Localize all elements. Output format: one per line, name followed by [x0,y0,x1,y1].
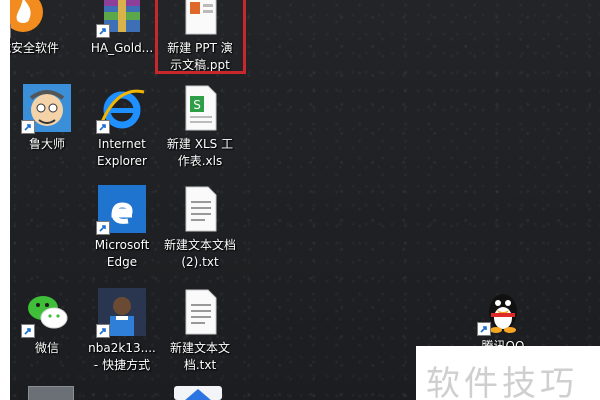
desktop-icon-internet-explorer[interactable]: Internet Explorer [82,84,162,170]
desktop[interactable]: 火绒安全软件 HA_Gold... 新建 PPT 演 示文稿.ppt [10,0,600,400]
desktop-icon-ha-gold[interactable]: HA_Gold... [82,0,162,57]
xls-file-icon: S [176,84,224,132]
desktop-icon-new-text[interactable]: 新建文本文 档.txt [160,288,240,374]
desktop-icon-wechat[interactable]: 微信 [10,288,87,357]
desktop-icon-label: HA_Gold... [90,41,154,55]
desktop-icon-new-xls[interactable]: S 新建 XLS 工 作表.xls [160,84,240,170]
shortcut-arrow-icon [10,24,11,38]
partial-desktop-icon[interactable] [174,386,222,400]
qq-penguin-icon [477,286,527,336]
desktop-icon-label: 火绒安全软件 [10,41,59,55]
partial-desktop-icon[interactable] [28,386,74,400]
desktop-icon-label: Internet Explorer [97,137,147,168]
ludashi-icon [21,84,71,134]
nba2k13-game-icon [96,288,146,338]
watermark-text: 软件技巧 [426,364,578,400]
shortcut-arrow-icon [21,120,35,134]
desktop-icon-huorong[interactable]: 火绒安全软件 [10,0,63,57]
text-file-icon [176,185,224,233]
shortcut-arrow-icon [96,24,110,38]
left-edge-strip [0,0,10,400]
desktop-icon-label: Microsoft Edge [94,238,150,269]
desktop-icon-label: 新建文本文档 (2).txt [163,238,236,269]
winrar-archive-icon [96,0,146,38]
internet-explorer-icon [96,84,146,134]
shortcut-arrow-icon [477,322,491,336]
desktop-icon-label: 微信 [34,341,59,355]
desktop-icon-microsoft-edge[interactable]: Microsoft Edge [82,185,162,271]
shortcut-arrow-icon [21,324,35,338]
selection-highlight [155,0,246,74]
desktop-icon-ludashi[interactable]: 鲁大师 [10,84,87,153]
desktop-icon-label: nba2k13.... - 快捷方式 [88,341,156,372]
desktop-icon-nba2k13[interactable]: nba2k13.... - 快捷方式 [82,288,162,374]
desktop-icon-tencent-qq[interactable]: 腾讯QQ [463,286,543,355]
desktop-icon-label: 鲁大师 [28,137,65,151]
huorong-icon [10,0,47,38]
desktop-icon-label: 新建 XLS 工 作表.xls [166,137,234,168]
shortcut-arrow-icon [96,324,110,338]
shortcut-arrow-icon [96,120,110,134]
edge-icon [96,185,146,235]
shortcut-arrow-icon [96,221,110,235]
watermark: 软件技巧 [416,346,600,400]
desktop-icon-label: 新建文本文 档.txt [169,341,230,372]
desktop-icon-new-text-2[interactable]: 新建文本文档 (2).txt [160,185,240,271]
text-file-icon [176,288,224,336]
svg-text:S: S [193,98,201,112]
wechat-icon [21,288,71,338]
